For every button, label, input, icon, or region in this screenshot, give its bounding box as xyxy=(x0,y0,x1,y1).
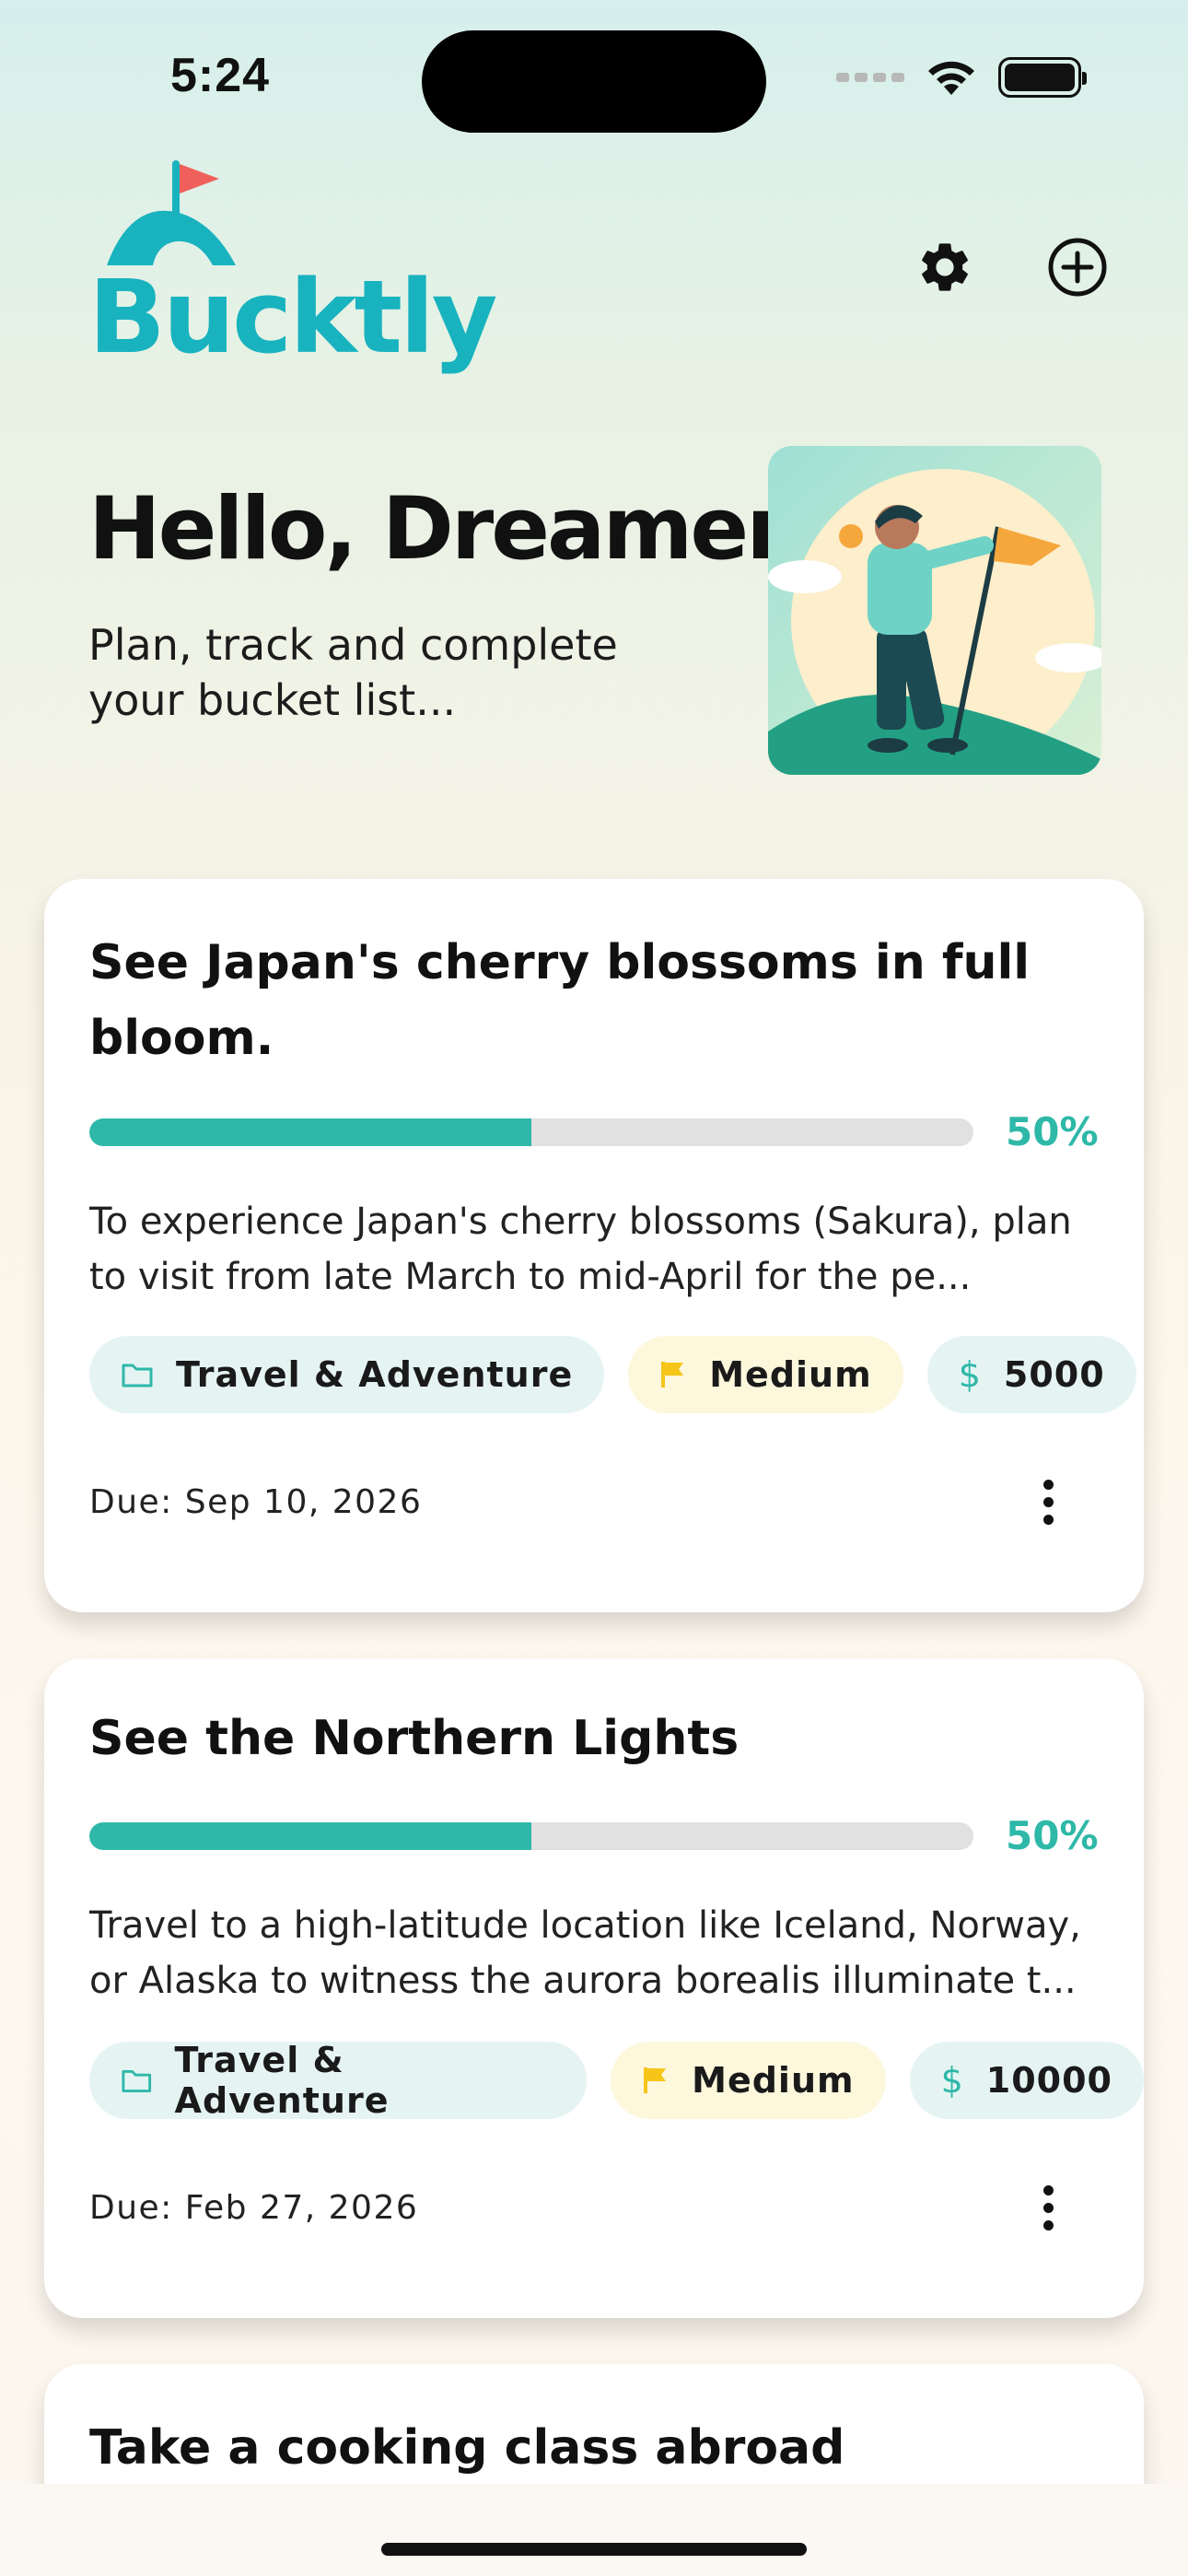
status-bar: 5:24 xyxy=(0,0,1188,157)
flag-icon xyxy=(661,1362,684,1388)
dollar-icon: $ xyxy=(940,2060,964,2101)
battery-icon xyxy=(998,57,1087,98)
category-label: Travel & Adventure xyxy=(176,1354,574,1395)
category-chip: Travel & Adventure xyxy=(89,1336,605,1413)
cellular-signal-icon xyxy=(836,73,904,82)
category-chip: Travel & Adventure xyxy=(89,2040,588,2121)
goal-due-date: Due: Feb 27, 2026 xyxy=(89,2189,419,2227)
more-vert-icon xyxy=(1042,2184,1054,2195)
hero-section: Hello, Dreamer! Plan, track and complete… xyxy=(88,442,1101,775)
hero-illustration xyxy=(768,446,1101,775)
settings-button[interactable] xyxy=(908,230,982,304)
goal-card[interactable]: See the Northern Lights 50% Travel to a … xyxy=(44,1658,1144,2318)
app-name: Bucktly xyxy=(88,258,498,376)
goal-title: See the Northern Lights xyxy=(89,1711,740,1766)
settings-icon xyxy=(922,243,968,291)
goal-chips: Travel & Adventure Medium $ 5000 xyxy=(89,1336,1136,1413)
goal-description: Travel to a high-latitude location like … xyxy=(89,1904,1081,2002)
more-vert-icon xyxy=(1042,1479,1054,1490)
goal-chips: Travel & Adventure Medium $ 10000 xyxy=(89,2040,1144,2121)
goal-progress-bar xyxy=(89,1822,973,1850)
greeting-subtitle: Plan, track and complete your bucket lis… xyxy=(88,620,618,725)
more-options-button[interactable] xyxy=(1020,1465,1076,1539)
greeting-title: Hello, Dreamer! xyxy=(88,479,825,580)
budget-chip: $ 10000 xyxy=(909,2042,1144,2119)
goal-title: Take a cooking class abroad xyxy=(89,2420,845,2476)
budget-chip: $ 5000 xyxy=(926,1336,1136,1413)
category-label: Travel & Adventure xyxy=(174,2040,390,2121)
folder-icon xyxy=(122,1364,153,1388)
folder-icon xyxy=(122,2069,152,2092)
add-goal-button[interactable] xyxy=(1041,230,1114,304)
priority-chip: Medium xyxy=(628,1336,903,1413)
status-icons xyxy=(836,57,1087,98)
status-time: 5:24 xyxy=(170,49,271,102)
budget-label: 5000 xyxy=(1003,1354,1105,1395)
budget-label: 10000 xyxy=(985,2060,1112,2101)
goal-progress-fill xyxy=(89,1822,531,1850)
more-options-button[interactable] xyxy=(1020,2171,1076,2244)
app-header: Bucktly xyxy=(0,157,1188,378)
wifi-icon xyxy=(928,61,974,95)
goal-progress-bar xyxy=(89,1118,973,1146)
home-indicator[interactable] xyxy=(381,2543,807,2556)
priority-label: Medium xyxy=(709,1354,872,1395)
goal-progress-label: 50% xyxy=(1006,1813,1099,1858)
goal-title: See Japan's cherry blossoms in full bloo… xyxy=(89,935,1031,1066)
goal-description: To experience Japan's cherry blossoms (S… xyxy=(89,1200,1072,1298)
goal-card[interactable]: See Japan's cherry blossoms in full bloo… xyxy=(44,879,1144,1612)
bottom-safe-area xyxy=(0,2484,1188,2576)
goal-progress-label: 50% xyxy=(1006,1109,1099,1154)
goal-due-date: Due: Sep 10, 2026 xyxy=(89,1483,423,1521)
dynamic-island xyxy=(422,30,766,133)
flag-icon xyxy=(644,2067,667,2093)
priority-chip: Medium xyxy=(611,2042,886,2119)
goal-progress-fill xyxy=(89,1118,531,1146)
dollar-icon: $ xyxy=(958,1354,982,1395)
priority-label: Medium xyxy=(692,2060,855,2101)
add-circle-icon xyxy=(1048,238,1107,297)
